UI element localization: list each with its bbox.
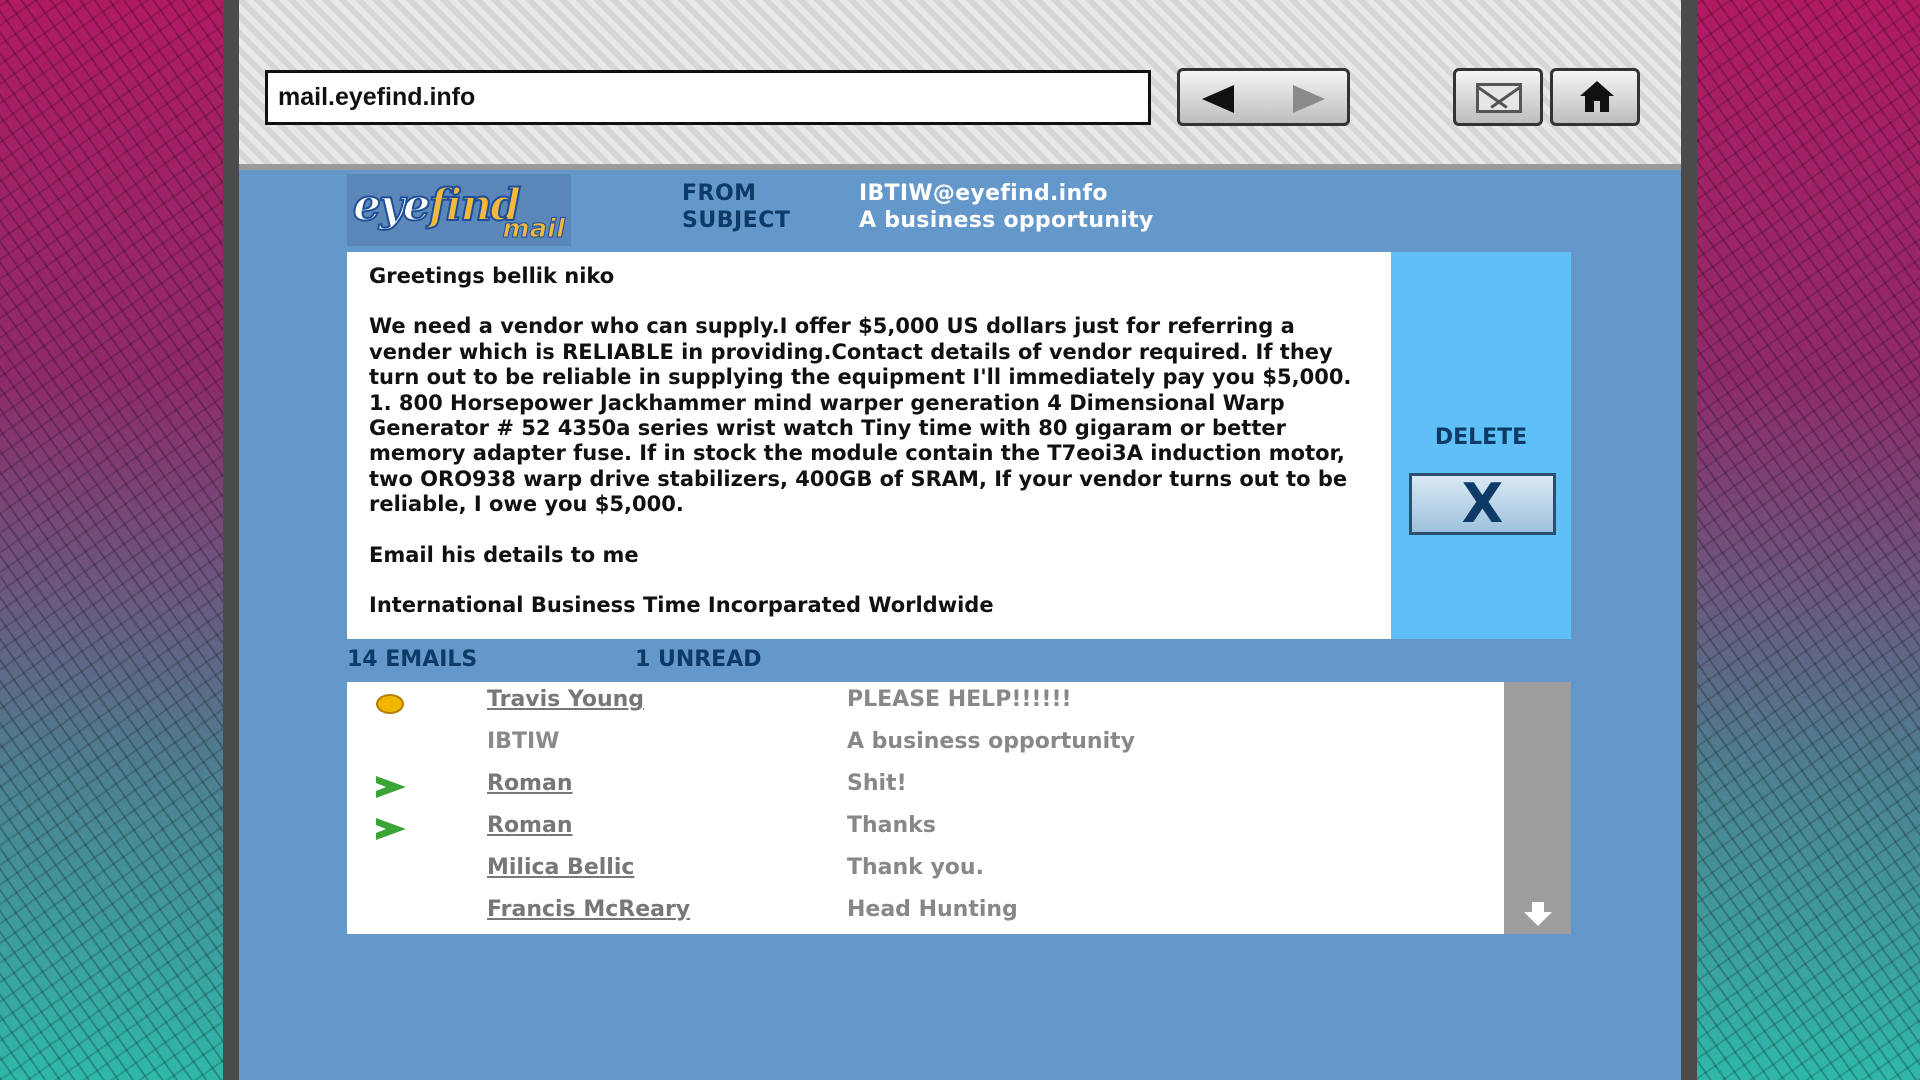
back-arrow-icon[interactable] xyxy=(1202,85,1234,113)
email-subject: Head Hunting xyxy=(847,897,1018,922)
list-item[interactable]: Milica Bellic Thank you. xyxy=(347,850,1504,892)
email-subject: Thanks xyxy=(847,813,936,838)
sender-link[interactable]: IBTIW xyxy=(487,729,559,754)
sender-link[interactable]: Roman xyxy=(487,771,573,796)
sender-link[interactable]: Francis McReary xyxy=(487,897,690,922)
background-pattern-right xyxy=(1695,0,1920,1080)
sender-link[interactable]: Roman xyxy=(487,813,573,838)
message-paragraph: We need a vendor who can supply.I offer … xyxy=(369,314,1352,517)
envelope-icon xyxy=(1476,83,1522,113)
message-actions-panel: DELETE X xyxy=(1391,252,1571,639)
home-icon xyxy=(1580,81,1614,113)
email-subject: A business opportunity xyxy=(847,729,1135,754)
email-subject: Thank you. xyxy=(847,855,984,880)
scroll-down-arrow-icon[interactable] xyxy=(1524,902,1552,926)
inbox-scrollbar[interactable] xyxy=(1504,682,1571,934)
background-pattern-left xyxy=(0,0,225,1080)
subject-value: A business opportunity xyxy=(859,208,1154,233)
sender-link[interactable]: Milica Bellic xyxy=(487,855,634,880)
message-greeting: Greetings bellik niko xyxy=(369,264,615,288)
eyefind-mail-logo: eyefind mail xyxy=(347,174,571,246)
close-x-icon: X xyxy=(1461,472,1504,535)
browser-toolbar: mail.eyefind.info xyxy=(239,0,1681,170)
email-subject: PLEASE HELP!!!!!! xyxy=(847,687,1072,712)
replied-arrow-icon xyxy=(376,818,406,840)
delete-button[interactable]: X xyxy=(1409,473,1556,535)
replied-arrow-icon xyxy=(376,776,406,798)
from-value: IBTIW@eyefind.info xyxy=(859,181,1108,206)
browser-window: mail.eyefind.info eyefind mail FROM SUBJ… xyxy=(239,0,1681,1080)
delete-label: DELETE xyxy=(1434,425,1528,450)
from-label: FROM xyxy=(682,181,757,206)
back-forward-buttons xyxy=(1177,68,1350,126)
inbox-list: Travis Young PLEASE HELP!!!!!! IBTIW A b… xyxy=(347,682,1504,934)
email-count: 14 EMAILS xyxy=(347,647,478,672)
list-item[interactable]: Travis Young PLEASE HELP!!!!!! xyxy=(347,682,1504,724)
list-item[interactable]: Francis McReary Head Hunting xyxy=(347,892,1504,934)
address-bar[interactable]: mail.eyefind.info xyxy=(265,70,1151,125)
message-line: Email his details to me xyxy=(369,542,639,567)
message-body: Greetings bellik niko We need a vendor w… xyxy=(347,252,1391,639)
message-signature: International Business Time Incorparated… xyxy=(369,593,994,618)
list-item[interactable]: Roman Thanks xyxy=(347,808,1504,850)
forward-arrow-icon[interactable] xyxy=(1293,85,1325,113)
list-item[interactable]: Roman Shit! xyxy=(347,766,1504,808)
email-subject: Shit! xyxy=(847,771,907,796)
unread-count: 1 UNREAD xyxy=(635,647,762,672)
list-item[interactable]: IBTIW A business opportunity xyxy=(347,724,1504,766)
sender-link[interactable]: Travis Young xyxy=(487,687,644,712)
unread-dot-icon xyxy=(376,694,404,714)
mail-button[interactable] xyxy=(1453,68,1543,126)
subject-label: SUBJECT xyxy=(682,208,791,233)
home-button[interactable] xyxy=(1550,68,1640,126)
